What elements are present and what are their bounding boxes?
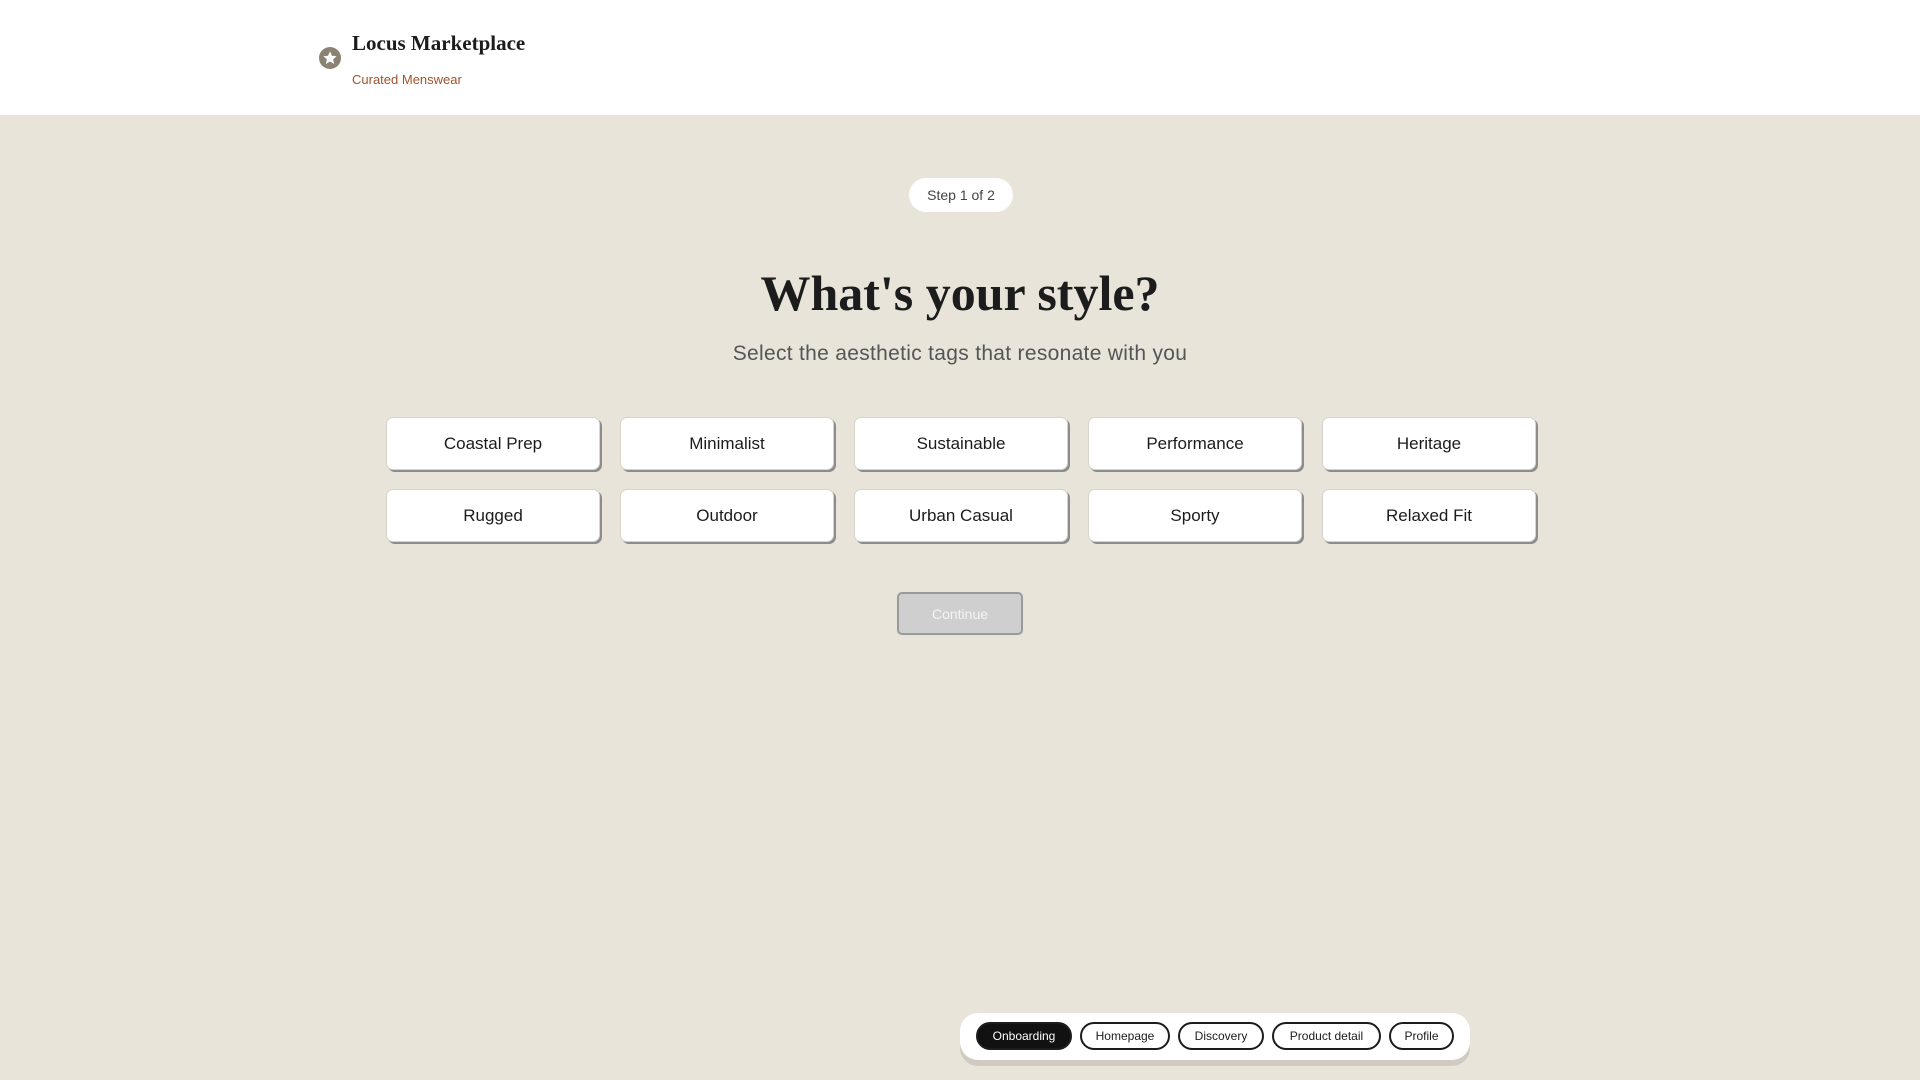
style-tag-urban-casual[interactable]: Urban Casual [854,489,1068,542]
page-title: What's your style? [760,265,1160,321]
style-tag-performance[interactable]: Performance [1088,417,1302,470]
style-tag-grid: Coastal Prep Minimalist Sustainable Perf… [386,417,1536,542]
style-tag-heritage[interactable]: Heritage [1322,417,1536,470]
brand-subtitle: Curated Menswear [352,72,462,87]
nav-profile[interactable]: Profile [1389,1022,1454,1050]
site-header: Locus Marketplace Curated Menswear [0,0,1920,115]
nav-onboarding[interactable]: Onboarding [976,1022,1072,1050]
brand-title[interactable]: Locus Marketplace [352,31,525,56]
style-tag-relaxed-fit[interactable]: Relaxed Fit [1322,489,1536,542]
nav-homepage[interactable]: Homepage [1080,1022,1170,1050]
style-tag-sustainable[interactable]: Sustainable [854,417,1068,470]
page-subtitle: Select the aesthetic tags that resonate … [732,342,1188,365]
nav-discovery[interactable]: Discovery [1178,1022,1264,1050]
style-tag-outdoor[interactable]: Outdoor [620,489,834,542]
nav-product-detail[interactable]: Product detail [1272,1022,1381,1050]
style-tag-sporty[interactable]: Sporty [1088,489,1302,542]
style-tag-minimalist[interactable]: Minimalist [620,417,834,470]
style-tag-coastal-prep[interactable]: Coastal Prep [386,417,600,470]
star-badge-icon [319,47,341,69]
screen-switcher: Onboarding Homepage Discovery Product de… [960,1013,1470,1060]
step-indicator: Step 1 of 2 [909,178,1013,212]
style-tag-rugged[interactable]: Rugged [386,489,600,542]
continue-button[interactable]: Continue [897,592,1023,635]
